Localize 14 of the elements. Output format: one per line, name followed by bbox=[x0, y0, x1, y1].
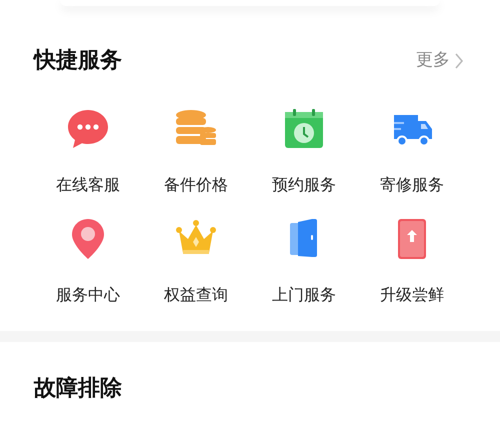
section-title: 快捷服务 bbox=[34, 47, 122, 75]
service-item[interactable]: 备件价格 bbox=[142, 107, 250, 197]
service-item[interactable]: 服务中心 bbox=[34, 217, 142, 307]
section-title: 故障排除 bbox=[34, 376, 122, 401]
more-link[interactable]: 更多 bbox=[416, 48, 464, 74]
service-item[interactable]: 升级尝鲜 bbox=[358, 217, 466, 307]
service-item[interactable]: 上门服务 bbox=[250, 217, 358, 307]
service-item[interactable]: 寄修服务 bbox=[358, 107, 466, 197]
calendar-clock-icon bbox=[282, 107, 326, 151]
service-item[interactable]: 权益查询 bbox=[142, 217, 250, 307]
service-item[interactable]: 在线客服 bbox=[34, 107, 142, 197]
chevron-right-icon bbox=[454, 52, 464, 70]
chat-bubble-icon bbox=[66, 107, 110, 151]
service-item[interactable]: 预约服务 bbox=[250, 107, 358, 197]
